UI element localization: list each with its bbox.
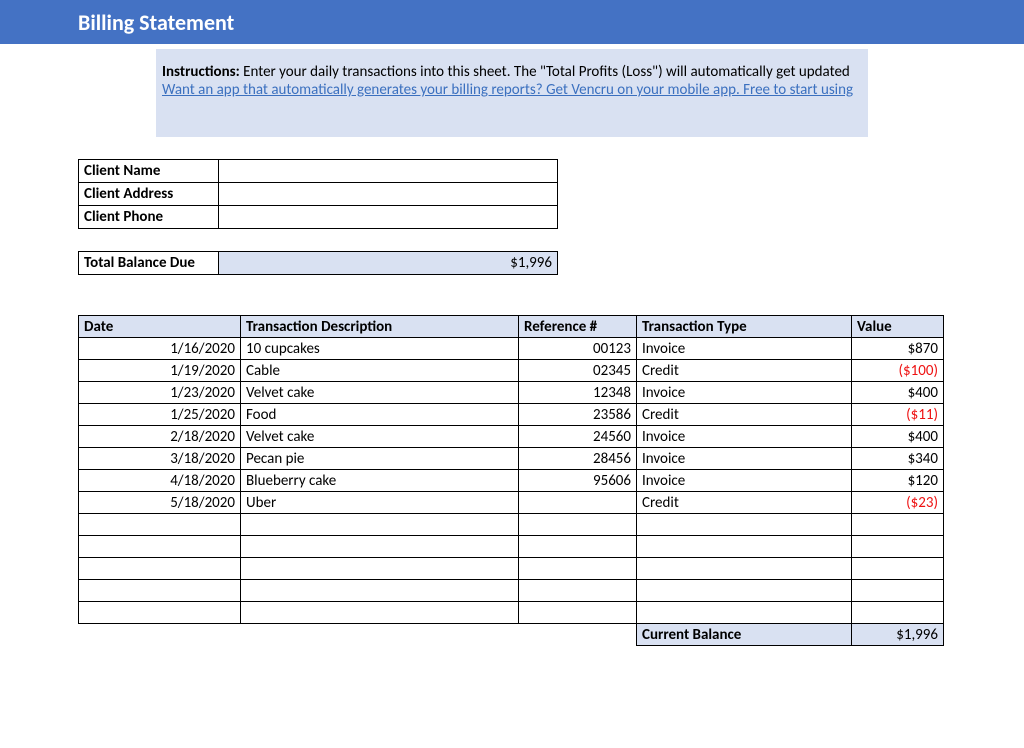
- row-ref[interactable]: 23586: [519, 404, 637, 426]
- table-row[interactable]: 4/18/2020Blueberry cake95606Invoice$120: [79, 470, 944, 492]
- row-type[interactable]: Credit: [637, 404, 852, 426]
- row-value[interactable]: $870: [852, 338, 944, 360]
- row-desc[interactable]: Pecan pie: [241, 448, 519, 470]
- client-name-row: Client Name: [79, 160, 558, 183]
- transactions-header-row: Date Transaction Description Reference #…: [79, 316, 944, 338]
- table-row[interactable]: 1/25/2020Food23586Credit($11): [79, 404, 944, 426]
- client-phone-label: Client Phone: [79, 206, 219, 229]
- row-desc[interactable]: Cable: [241, 360, 519, 382]
- row-desc[interactable]: Velvet cake: [241, 382, 519, 404]
- table-row[interactable]: 1/23/2020Velvet cake12348Invoice$400: [79, 382, 944, 404]
- client-address-label: Client Address: [79, 183, 219, 206]
- row-value[interactable]: $400: [852, 426, 944, 448]
- instructions-label: Instructions:: [162, 63, 240, 81]
- header-ref: Reference #: [519, 316, 637, 338]
- header-date: Date: [79, 316, 241, 338]
- client-table: Client Name Client Address Client Phone: [78, 159, 558, 229]
- instructions-text: Enter your daily transactions into this …: [240, 63, 850, 81]
- client-address-row: Client Address: [79, 183, 558, 206]
- table-row[interactable]: 5/18/2020Uber Credit($23): [79, 492, 944, 514]
- transactions-table: Date Transaction Description Reference #…: [78, 315, 944, 646]
- row-ref[interactable]: 12348: [519, 382, 637, 404]
- header-value: Value: [852, 316, 944, 338]
- client-phone-row: Client Phone: [79, 206, 558, 229]
- total-balance-label: Total Balance Due: [79, 252, 219, 275]
- row-ref[interactable]: 24560: [519, 426, 637, 448]
- row-value[interactable]: ($23): [852, 492, 944, 514]
- row-value[interactable]: ($100): [852, 360, 944, 382]
- header-type: Transaction Type: [637, 316, 852, 338]
- row-desc[interactable]: Velvet cake: [241, 426, 519, 448]
- row-type[interactable]: Invoice: [637, 470, 852, 492]
- row-type[interactable]: Invoice: [637, 338, 852, 360]
- row-date[interactable]: 1/16/2020: [79, 338, 241, 360]
- table-row-empty[interactable]: [79, 580, 944, 602]
- row-date[interactable]: 1/23/2020: [79, 382, 241, 404]
- row-date[interactable]: 1/25/2020: [79, 404, 241, 426]
- row-ref[interactable]: 02345: [519, 360, 637, 382]
- table-row-empty[interactable]: [79, 602, 944, 624]
- row-type[interactable]: Invoice: [637, 448, 852, 470]
- table-row[interactable]: 1/16/202010 cupcakes00123Invoice$870: [79, 338, 944, 360]
- row-desc[interactable]: Food: [241, 404, 519, 426]
- page-title: Billing Statement: [0, 0, 1024, 44]
- row-desc[interactable]: Uber: [241, 492, 519, 514]
- row-type[interactable]: Credit: [637, 360, 852, 382]
- client-address-cell[interactable]: [219, 183, 558, 206]
- row-ref[interactable]: [519, 492, 637, 514]
- client-name-cell[interactable]: [219, 160, 558, 183]
- row-desc[interactable]: Blueberry cake: [241, 470, 519, 492]
- total-balance-value: $1,996: [219, 252, 558, 275]
- current-balance-row: Current Balance$1,996: [79, 624, 944, 646]
- table-row-empty[interactable]: [79, 536, 944, 558]
- total-balance-table: Total Balance Due $1,996: [78, 251, 558, 275]
- row-value[interactable]: ($11): [852, 404, 944, 426]
- row-value[interactable]: $340: [852, 448, 944, 470]
- current-balance-value: $1,996: [852, 624, 944, 646]
- row-date[interactable]: 3/18/2020: [79, 448, 241, 470]
- row-date[interactable]: 4/18/2020: [79, 470, 241, 492]
- promo-link[interactable]: Want an app that automatically generates…: [162, 81, 853, 99]
- row-type[interactable]: Invoice: [637, 426, 852, 448]
- instructions-box: Instructions: Enter your daily transacti…: [156, 49, 868, 137]
- table-row[interactable]: 2/18/2020Velvet cake24560Invoice$400: [79, 426, 944, 448]
- row-value[interactable]: $120: [852, 470, 944, 492]
- row-date[interactable]: 5/18/2020: [79, 492, 241, 514]
- header-desc: Transaction Description: [241, 316, 519, 338]
- row-ref[interactable]: 28456: [519, 448, 637, 470]
- client-name-label: Client Name: [79, 160, 219, 183]
- row-desc[interactable]: 10 cupcakes: [241, 338, 519, 360]
- row-date[interactable]: 2/18/2020: [79, 426, 241, 448]
- table-row[interactable]: 1/19/2020Cable02345Credit($100): [79, 360, 944, 382]
- table-row-empty[interactable]: [79, 514, 944, 536]
- current-balance-label: Current Balance: [637, 624, 852, 646]
- row-type[interactable]: Credit: [637, 492, 852, 514]
- row-ref[interactable]: 95606: [519, 470, 637, 492]
- client-phone-cell[interactable]: [219, 206, 558, 229]
- row-date[interactable]: 1/19/2020: [79, 360, 241, 382]
- table-row[interactable]: 3/18/2020Pecan pie28456Invoice$340: [79, 448, 944, 470]
- row-type[interactable]: Invoice: [637, 382, 852, 404]
- table-row-empty[interactable]: [79, 558, 944, 580]
- row-ref[interactable]: 00123: [519, 338, 637, 360]
- row-value[interactable]: $400: [852, 382, 944, 404]
